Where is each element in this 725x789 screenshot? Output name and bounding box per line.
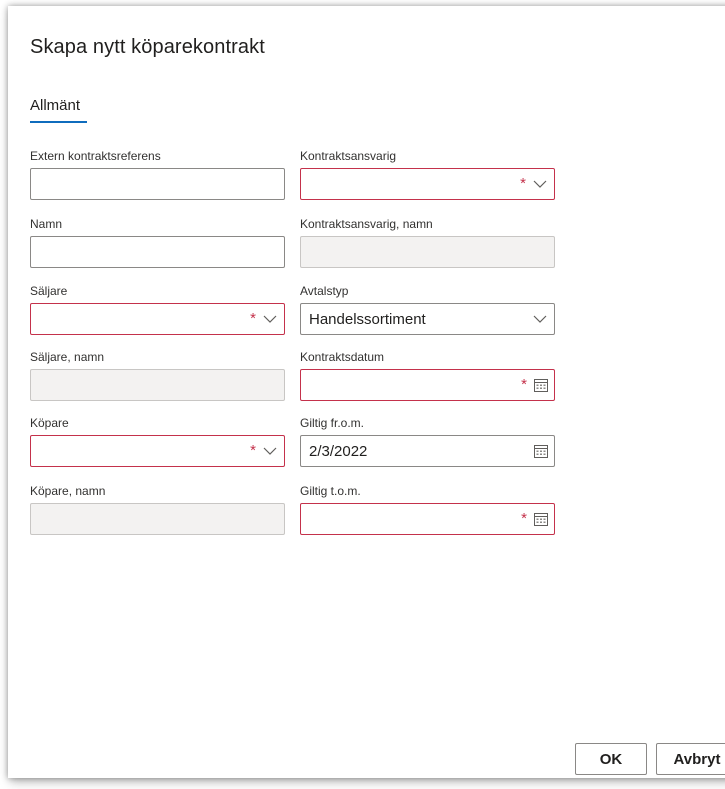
dialog-title: Skapa nytt köparekontrakt xyxy=(30,36,265,58)
agreement-type-select[interactable]: Handelssortiment xyxy=(300,303,555,335)
required-indicator: * xyxy=(520,175,526,192)
calendar-icon[interactable] xyxy=(533,511,549,527)
calendar-icon[interactable] xyxy=(533,443,549,459)
extern-ref-label: Extern kontraktsreferens xyxy=(30,149,161,163)
calendar-icon[interactable] xyxy=(533,377,549,393)
valid-to-input[interactable]: * xyxy=(300,503,555,535)
agreement-type-value: Handelssortiment xyxy=(309,311,426,328)
chevron-down-icon[interactable] xyxy=(532,312,548,326)
chevron-down-icon[interactable] xyxy=(532,177,548,191)
tab-selected-indicator xyxy=(30,121,87,123)
name-input[interactable] xyxy=(30,236,285,268)
valid-to-label: Giltig t.o.m. xyxy=(300,484,361,498)
ok-button[interactable]: OK xyxy=(575,743,647,775)
buyer-name-field xyxy=(30,503,285,535)
name-label: Namn xyxy=(30,217,63,231)
required-indicator: * xyxy=(250,310,256,327)
seller-name-label: Säljare, namn xyxy=(30,350,105,364)
chevron-down-icon[interactable] xyxy=(262,312,278,326)
required-indicator: * xyxy=(250,442,256,459)
required-indicator: * xyxy=(521,510,527,527)
valid-from-label: Giltig fr.o.m. xyxy=(300,416,365,430)
valid-from-value: 2/3/2022 xyxy=(309,443,368,460)
required-indicator: * xyxy=(521,376,527,393)
tab-general[interactable]: Allmänt xyxy=(30,97,80,120)
contract-manager-select[interactable]: * xyxy=(300,168,555,200)
buyer-select[interactable]: * xyxy=(30,435,285,467)
contract-manager-name-label: Kontraktsansvarig, namn xyxy=(300,217,433,231)
contract-manager-name-field xyxy=(300,236,555,268)
cancel-button[interactable]: Avbryt xyxy=(656,743,725,775)
seller-label: Säljare xyxy=(30,284,68,298)
agreement-type-label: Avtalstyp xyxy=(300,284,349,298)
buyer-name-label: Köpare, namn xyxy=(30,484,106,498)
valid-from-input[interactable]: 2/3/2022 xyxy=(300,435,555,467)
chevron-down-icon[interactable] xyxy=(262,444,278,458)
extern-ref-input[interactable] xyxy=(30,168,285,200)
seller-name-field xyxy=(30,369,285,401)
contract-date-label: Kontraktsdatum xyxy=(300,350,385,364)
create-buyer-contract-dialog: Skapa nytt köparekontrakt Allmänt Extern… xyxy=(8,6,725,778)
contract-date-input[interactable]: * xyxy=(300,369,555,401)
buyer-label: Köpare xyxy=(30,416,69,430)
contract-manager-label: Kontraktsansvarig xyxy=(300,149,397,163)
seller-select[interactable]: * xyxy=(30,303,285,335)
